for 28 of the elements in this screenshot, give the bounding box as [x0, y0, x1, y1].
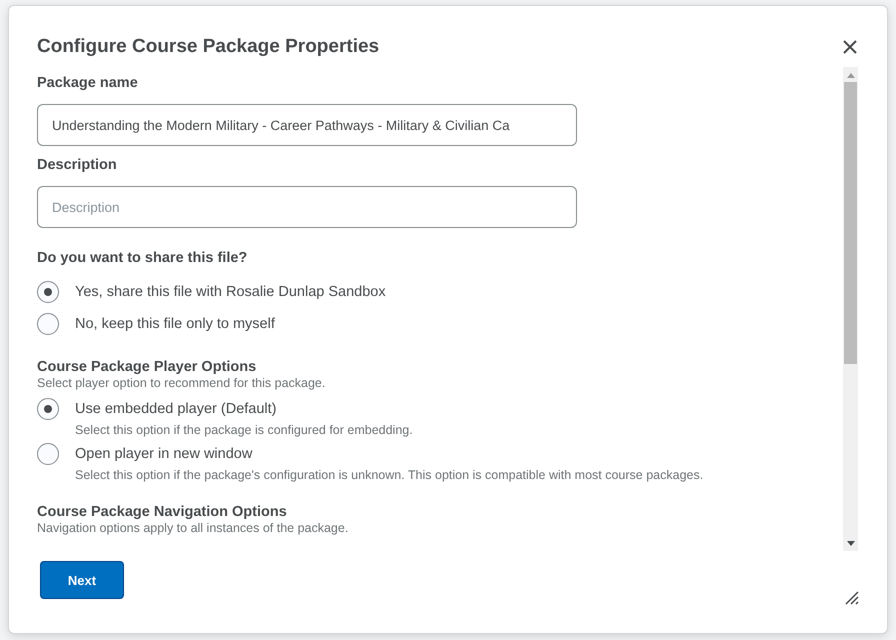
dialog-title: Configure Course Package Properties [37, 36, 380, 58]
scrollbar[interactable] [843, 67, 858, 551]
field-label: Description [37, 157, 118, 173]
close-button[interactable] [841, 38, 859, 56]
option-label: No, keep this file only to myself [75, 316, 275, 332]
option-help-text: Select this option if the package's configuration is unknown. This option is compatible with most course packages. [75, 468, 704, 482]
section-heading: Course Package Navigation Options [37, 504, 288, 520]
field-label: Package name [37, 75, 139, 91]
description-field[interactable]: Description [37, 186, 577, 228]
radio-button[interactable] [37, 398, 59, 420]
radio-button[interactable] [37, 443, 59, 465]
section-hint: Select player option to recommend for this package. [37, 376, 326, 390]
option-help-text: Select this option if the package is configured for embedding. [75, 423, 414, 437]
radio-button[interactable] [37, 281, 59, 303]
package-name-field[interactable]: Understanding the Modern Military - Career Pathways - Military & Civilian Ca [37, 104, 577, 146]
scroll-up-icon [846, 72, 854, 78]
option-label: Open player in new window [75, 446, 252, 462]
resize-handle-icon[interactable] [845, 591, 859, 605]
radio-button[interactable] [37, 313, 59, 335]
close-icon [841, 38, 859, 56]
next-button[interactable]: Next [40, 561, 124, 599]
section-heading: Course Package Player Options [37, 359, 258, 375]
section-hint: Navigation options apply to all instances of the package. [37, 521, 350, 535]
option-label: Yes, share this file with Rosalie Dunlap Sandbox [75, 284, 386, 300]
option-label: Use embedded player (Default) [75, 401, 276, 417]
scrollbar-thumb[interactable] [844, 82, 857, 364]
question-label: Do you want to share this file? [37, 250, 248, 266]
scroll-down-icon [846, 541, 854, 547]
